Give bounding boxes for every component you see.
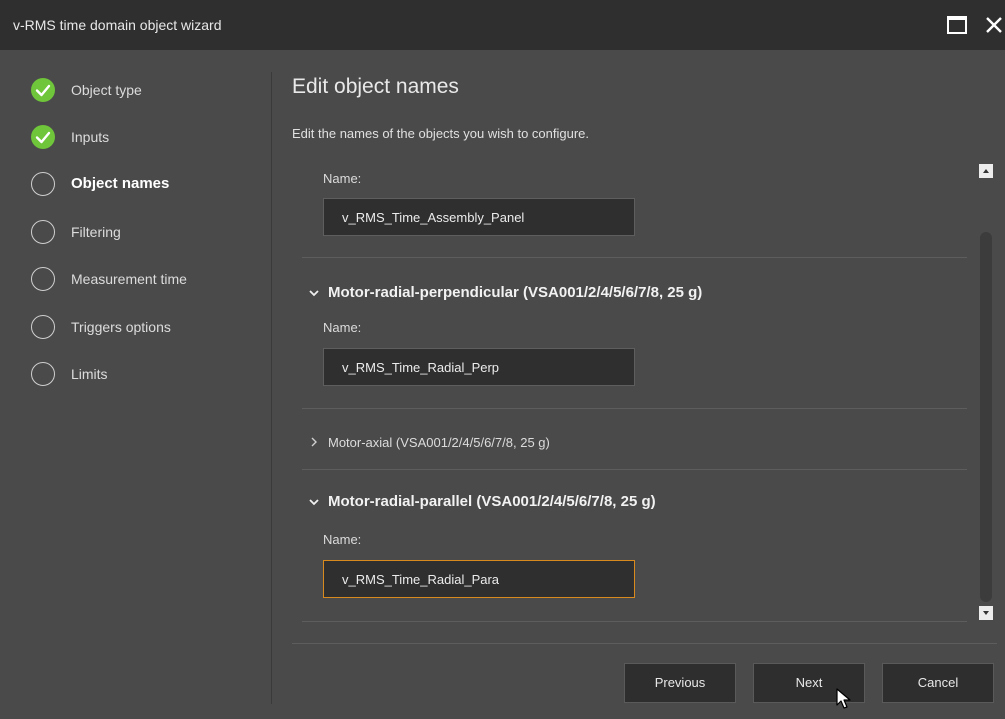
- check-icon: [31, 78, 55, 102]
- section-heading: Motor-axial (VSA001/2/4/5/6/7/8, 25 g): [328, 435, 550, 450]
- sidebar-divider: [271, 72, 272, 704]
- step-label: Limits: [71, 366, 108, 382]
- title-bar: v-RMS time domain object wizard: [0, 0, 1005, 50]
- mouse-cursor-icon: [836, 688, 851, 709]
- name-label: Name:: [323, 171, 362, 186]
- step-measurement-time[interactable]: Measurement time: [31, 267, 261, 291]
- name-input-radial-parallel[interactable]: [323, 560, 635, 598]
- step-label: Object type: [71, 82, 142, 98]
- step-label: Measurement time: [71, 271, 187, 287]
- step-circle-icon: [31, 362, 55, 386]
- step-circle-icon: [31, 315, 55, 339]
- step-label: Object names: [71, 175, 170, 192]
- name-input-radial-perpendicular[interactable]: [323, 348, 635, 386]
- vertical-scrollbar[interactable]: [979, 164, 993, 620]
- page-description: Edit the names of the objects you wish t…: [292, 126, 590, 141]
- step-object-names[interactable]: Object names: [31, 172, 261, 196]
- section-heading: Motor-radial-perpendicular (VSA001/2/4/5…: [328, 284, 703, 301]
- check-icon: [31, 125, 55, 149]
- step-label: Triggers options: [71, 319, 171, 335]
- close-icon[interactable]: [982, 13, 1005, 37]
- scroll-up-icon[interactable]: [979, 164, 993, 178]
- section-divider: [302, 469, 967, 470]
- step-limits[interactable]: Limits: [31, 362, 261, 386]
- chevron-down-icon: [309, 499, 319, 506]
- step-circle-icon: [31, 267, 55, 291]
- page-title: Edit object names: [292, 75, 459, 98]
- step-label: Inputs: [71, 129, 110, 145]
- step-inputs[interactable]: Inputs: [31, 125, 261, 149]
- step-circle-icon: [31, 220, 55, 244]
- section-divider: [302, 408, 967, 409]
- scrollbar-thumb[interactable]: [980, 232, 992, 602]
- section-heading: Motor-radial-parallel (VSA001/2/4/5/6/7/…: [328, 493, 656, 510]
- footer-divider: [292, 643, 997, 644]
- previous-button[interactable]: Previous: [624, 663, 736, 703]
- section-divider: [302, 621, 967, 622]
- step-filtering[interactable]: Filtering: [31, 220, 261, 244]
- chevron-right-icon: [311, 437, 317, 447]
- name-input-assembly-panel[interactable]: [323, 198, 635, 236]
- wizard-window: v-RMS time domain object wizard Object t…: [0, 0, 1005, 719]
- name-label: Name:: [323, 532, 362, 547]
- scroll-down-icon[interactable]: [979, 606, 993, 620]
- name-label: Name:: [323, 320, 362, 335]
- wizard-steps-sidebar: Object type Inputs Object names Filterin…: [0, 50, 272, 719]
- step-triggers-options[interactable]: Triggers options: [31, 315, 261, 339]
- maximize-icon[interactable]: [945, 13, 969, 37]
- step-label: Filtering: [71, 224, 121, 240]
- step-object-type[interactable]: Object type: [31, 78, 261, 102]
- cancel-button[interactable]: Cancel: [882, 663, 994, 703]
- step-circle-icon: [31, 172, 55, 196]
- section-divider: [302, 257, 967, 258]
- chevron-down-icon: [309, 290, 319, 297]
- window-title: v-RMS time domain object wizard: [13, 17, 222, 33]
